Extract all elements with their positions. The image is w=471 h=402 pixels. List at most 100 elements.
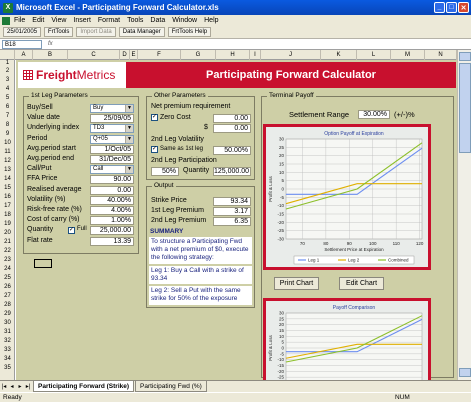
first-leg-field-value[interactable]: 90.00 bbox=[90, 175, 134, 184]
chevron-down-icon[interactable]: ▼ bbox=[125, 105, 133, 112]
import-data-button[interactable]: Import Data bbox=[76, 27, 116, 37]
tab-last-icon[interactable]: ▸| bbox=[24, 383, 32, 390]
column-header[interactable]: H bbox=[216, 50, 250, 60]
row-header[interactable]: 18 bbox=[0, 210, 15, 219]
maximize-button[interactable]: □ bbox=[446, 2, 457, 13]
select-all-corner[interactable] bbox=[0, 50, 15, 60]
vertical-scrollbar[interactable] bbox=[457, 50, 471, 380]
tab-first-icon[interactable]: |◂ bbox=[0, 383, 8, 390]
row-header[interactable]: 25 bbox=[0, 273, 15, 282]
chevron-down-icon[interactable]: ▼ bbox=[125, 125, 133, 132]
row-header[interactable]: 4 bbox=[0, 84, 15, 93]
settlement-range-value[interactable]: 30.00% bbox=[358, 110, 390, 119]
print-chart-button[interactable]: Print Chart bbox=[274, 277, 319, 290]
menu-format[interactable]: Format bbox=[98, 17, 120, 24]
first-leg-field-value[interactable]: 4.00% bbox=[90, 206, 134, 215]
column-header[interactable]: L bbox=[357, 50, 391, 60]
row-header[interactable]: 31 bbox=[0, 327, 15, 336]
row-header[interactable]: 19 bbox=[0, 219, 15, 228]
edit-chart-button[interactable]: Edit Chart bbox=[339, 277, 384, 290]
row-header[interactable]: 5 bbox=[0, 93, 15, 102]
row-header[interactable]: 3 bbox=[0, 75, 15, 84]
zero-cost-checkbox[interactable]: ✓ bbox=[151, 114, 158, 121]
participation-value[interactable]: 50% bbox=[151, 167, 179, 176]
row-header[interactable]: 21 bbox=[0, 237, 15, 246]
first-leg-select[interactable]: Call ▼ bbox=[90, 165, 134, 174]
scroll-down-arrow-icon[interactable] bbox=[459, 368, 471, 377]
name-box[interactable]: B18 bbox=[2, 39, 42, 49]
first-leg-field-value[interactable]: 25/09/05 bbox=[90, 114, 134, 123]
first-leg-field-value[interactable]: 1/Oct/05 bbox=[90, 145, 134, 154]
first-leg-select[interactable]: Buy ▼ bbox=[90, 104, 134, 113]
excel-app-icon[interactable]: X bbox=[3, 2, 13, 13]
selected-shape[interactable] bbox=[34, 259, 52, 268]
payoff-chart-frame[interactable]: Option Payoff at Expiration -30 -25 -20 -15 -… bbox=[263, 124, 431, 270]
first-leg-field-value[interactable]: 1.00% bbox=[90, 216, 134, 225]
row-header[interactable]: 26 bbox=[0, 282, 15, 291]
row-header[interactable]: 11 bbox=[0, 147, 15, 156]
data-manager-button[interactable]: Data Manager bbox=[118, 27, 165, 37]
first-leg-field-value[interactable]: 40.00% bbox=[90, 196, 134, 205]
menu-edit[interactable]: Edit bbox=[32, 17, 44, 24]
row-header[interactable]: 10 bbox=[0, 138, 15, 147]
chevron-down-icon[interactable]: ▼ bbox=[125, 166, 133, 173]
row-header[interactable]: 9 bbox=[0, 129, 15, 138]
first-leg-field-value[interactable]: 31/Dec/05 bbox=[90, 155, 134, 164]
tab-next-icon[interactable]: ▸ bbox=[16, 383, 24, 390]
row-header[interactable]: 35 bbox=[0, 363, 15, 372]
minimize-button[interactable]: _ bbox=[434, 2, 445, 13]
column-header[interactable]: B bbox=[33, 50, 68, 60]
scroll-thumb[interactable] bbox=[459, 63, 471, 153]
row-header[interactable]: 30 bbox=[0, 318, 15, 327]
tab-participating-fwd-pct[interactable]: Participating Fwd (%) bbox=[135, 381, 207, 392]
row-header[interactable]: 24 bbox=[0, 264, 15, 273]
column-header[interactable]: F bbox=[138, 50, 181, 60]
menu-data[interactable]: Data bbox=[150, 17, 165, 24]
first-leg-select[interactable]: Q+05 ▼ bbox=[90, 135, 134, 144]
row-header[interactable]: 14 bbox=[0, 174, 15, 183]
row-header[interactable]: 20 bbox=[0, 228, 15, 237]
first-leg-field-value[interactable]: 0.00 bbox=[90, 186, 134, 195]
close-button[interactable]: ✕ bbox=[458, 2, 469, 13]
column-header[interactable]: A bbox=[15, 50, 33, 60]
first-leg-field-value[interactable]: 25,000.00 bbox=[90, 226, 134, 235]
zero-cost-value[interactable]: 0.00 bbox=[213, 114, 251, 123]
row-header[interactable]: 32 bbox=[0, 336, 15, 345]
menu-window[interactable]: Window bbox=[172, 17, 197, 24]
frttools-help-button[interactable]: FrtTools Help bbox=[167, 27, 212, 37]
vol2-value[interactable]: 50.00% bbox=[213, 146, 251, 155]
date-field[interactable]: 25/01/2005 bbox=[3, 27, 42, 37]
row-header[interactable]: 2 bbox=[0, 66, 15, 75]
fx-icon[interactable]: fx bbox=[48, 41, 53, 47]
worksheet[interactable]: Freight Metrics Participating Forward Cal… bbox=[15, 60, 457, 380]
column-header[interactable]: M bbox=[391, 50, 425, 60]
menu-help[interactable]: Help bbox=[204, 17, 218, 24]
frttools-button[interactable]: FrtTools bbox=[44, 27, 74, 37]
menu-view[interactable]: View bbox=[51, 17, 66, 24]
first-leg-field-value[interactable]: 13.39 bbox=[90, 237, 134, 246]
column-header[interactable]: E bbox=[130, 50, 138, 60]
row-header[interactable]: 34 bbox=[0, 354, 15, 363]
row-header[interactable]: 27 bbox=[0, 291, 15, 300]
row-header[interactable]: 12 bbox=[0, 156, 15, 165]
scroll-up-arrow-icon[interactable] bbox=[459, 52, 471, 61]
full-quantity-checkbox[interactable]: ✓ bbox=[68, 227, 75, 234]
row-header[interactable]: 16 bbox=[0, 192, 15, 201]
tab-prev-icon[interactable]: ◂ bbox=[8, 383, 16, 390]
workbook-icon[interactable] bbox=[2, 16, 10, 25]
row-header[interactable]: 13 bbox=[0, 165, 15, 174]
tab-participating-forward-strike[interactable]: Participating Forward (Strike) bbox=[33, 381, 135, 392]
menu-insert[interactable]: Insert bbox=[73, 17, 91, 24]
row-header[interactable]: 29 bbox=[0, 309, 15, 318]
row-header[interactable]: 23 bbox=[0, 255, 15, 264]
column-header[interactable]: N bbox=[425, 50, 457, 60]
row-header[interactable]: 22 bbox=[0, 246, 15, 255]
menu-file[interactable]: File bbox=[14, 17, 25, 24]
same-as-first-leg-checkbox[interactable]: ✓ bbox=[151, 146, 158, 153]
first-leg-select[interactable]: TD3 ▼ bbox=[90, 124, 134, 133]
chevron-down-icon[interactable]: ▼ bbox=[125, 136, 133, 143]
quantity2-value[interactable]: 125,000.00 bbox=[213, 167, 251, 176]
column-header[interactable]: C bbox=[68, 50, 120, 60]
dollar-premium-value[interactable]: 0.00 bbox=[213, 124, 251, 133]
column-header[interactable]: I bbox=[250, 50, 261, 60]
